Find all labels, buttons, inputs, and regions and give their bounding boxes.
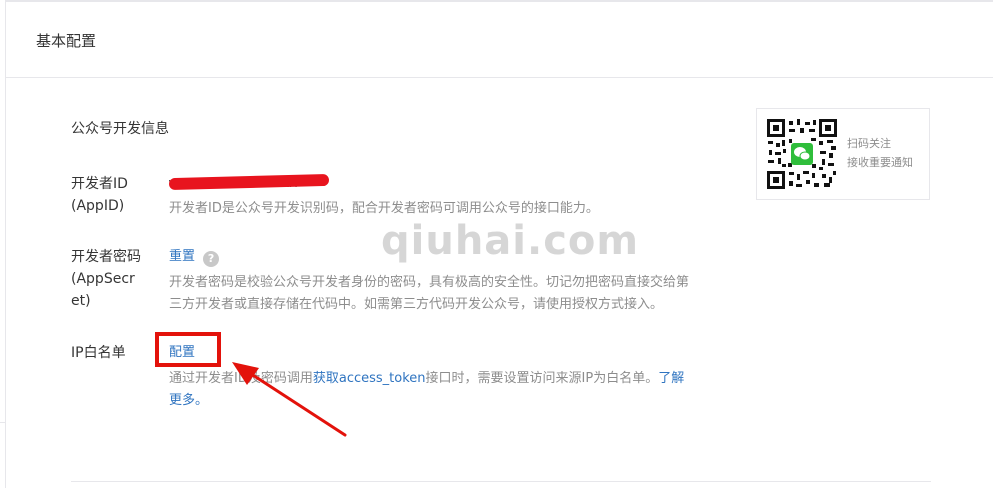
watermark-text: qiuhai.com <box>381 218 640 264</box>
secret-label: 开发者密码 (AppSecr et) <box>71 246 141 312</box>
secret-label-line1: 开发者密码 <box>71 249 141 265</box>
qr-caption-line2: 接收重要通知 <box>847 156 913 169</box>
section-title: 公众号开发信息 <box>71 121 169 137</box>
qr-caption-line1: 扫码关注 <box>847 137 891 150</box>
whitelist-label: IP白名单 <box>71 345 126 361</box>
secret-description-line2: 三方开发者或直接存储在代码中。如需第三方代码开发公众号，请使用授权方式接入。 <box>169 297 664 312</box>
whitelist-desc-prefix: 通过开发者ID及密码调用 <box>169 371 313 386</box>
access-token-link[interactable]: 获取access_token <box>313 371 426 386</box>
whitelist-desc-middle: 接口时，需要设置访问来源IP为白名单。 <box>425 371 659 386</box>
reset-secret-link[interactable]: 重置 <box>169 249 195 264</box>
secret-actions: 重置? <box>169 246 220 268</box>
left-rail-tick <box>0 422 6 423</box>
secret-label-line2: (AppSecr <box>71 271 135 287</box>
secret-label-line3: et) <box>71 293 91 309</box>
learn-more-link-part1[interactable]: 了解 <box>658 371 684 386</box>
secret-description-line1: 开发者密码是校验公众号开发者身份的密码，具有极高的安全性。切记勿把密码直接交给第 <box>169 275 690 290</box>
qr-code-icon <box>767 119 837 189</box>
appid-label-line2: (AppID) <box>71 198 125 214</box>
whitelist-description-line1: 通过开发者ID及密码调用获取access_token接口时，需要设置访问来源IP… <box>169 368 734 390</box>
appid-label: 开发者ID (AppID) <box>71 173 128 217</box>
bottom-divider <box>71 481 931 482</box>
secret-description: 开发者密码是校验公众号开发者身份的密码，具有极高的安全性。切记勿把密码直接交给第… <box>169 272 734 316</box>
page-header: 基本配置 <box>6 2 993 78</box>
learn-more-link-part2[interactable]: 更多。 <box>169 393 208 408</box>
help-icon[interactable]: ? <box>203 251 220 267</box>
page-title: 基本配置 <box>36 32 97 50</box>
whitelist-description-line2: 更多。 <box>169 390 734 412</box>
qr-card: 扫码关注 接收重要通知 <box>756 108 930 200</box>
appid-label-line1: 开发者ID <box>71 176 128 192</box>
highlight-box <box>155 332 221 367</box>
whitelist-description: 通过开发者ID及密码调用获取access_token接口时，需要设置访问来源IP… <box>169 368 734 412</box>
appid-description: 开发者ID是公众号开发识别码，配合开发者密码可调用公众号的接口能力。 <box>169 201 599 216</box>
